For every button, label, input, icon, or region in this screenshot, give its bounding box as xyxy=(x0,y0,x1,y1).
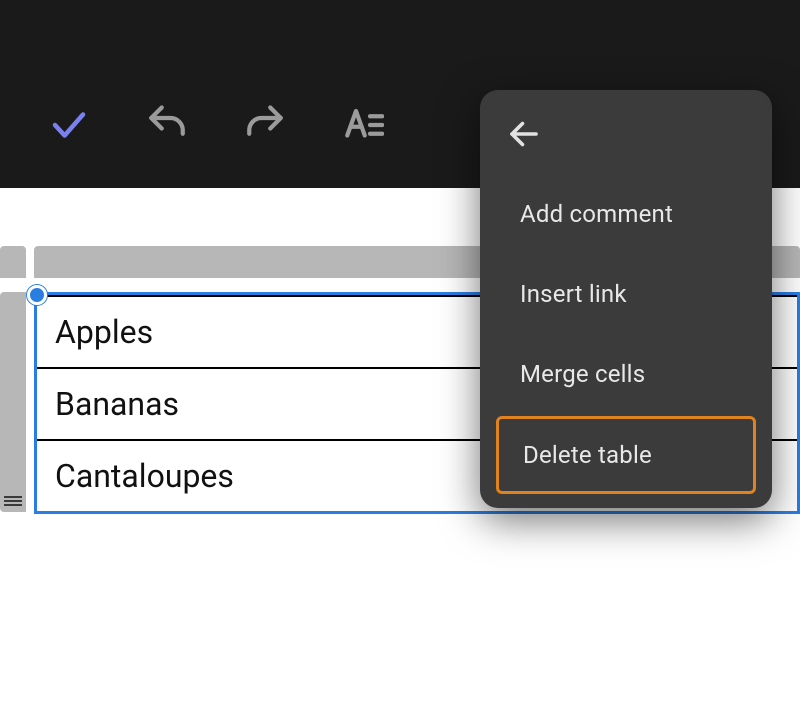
menu-item-add-comment[interactable]: Add comment xyxy=(496,174,756,254)
check-icon[interactable] xyxy=(48,104,90,146)
redo-icon[interactable] xyxy=(244,104,286,146)
menu-item-insert-link[interactable]: Insert link xyxy=(496,254,756,334)
selection-handle-icon[interactable] xyxy=(27,285,47,305)
undo-icon[interactable] xyxy=(146,104,188,146)
menu-item-merge-cells[interactable]: Merge cells xyxy=(496,334,756,414)
drag-handle-icon[interactable] xyxy=(4,496,22,506)
row-headers xyxy=(0,292,26,514)
menu-item-delete-table[interactable]: Delete table xyxy=(496,416,756,494)
text-format-icon[interactable] xyxy=(342,104,384,146)
row-header[interactable] xyxy=(0,292,26,512)
column-header-stub[interactable] xyxy=(0,246,26,278)
back-icon[interactable] xyxy=(502,112,546,156)
context-menu: Add comment Insert link Merge cells Dele… xyxy=(480,90,772,508)
